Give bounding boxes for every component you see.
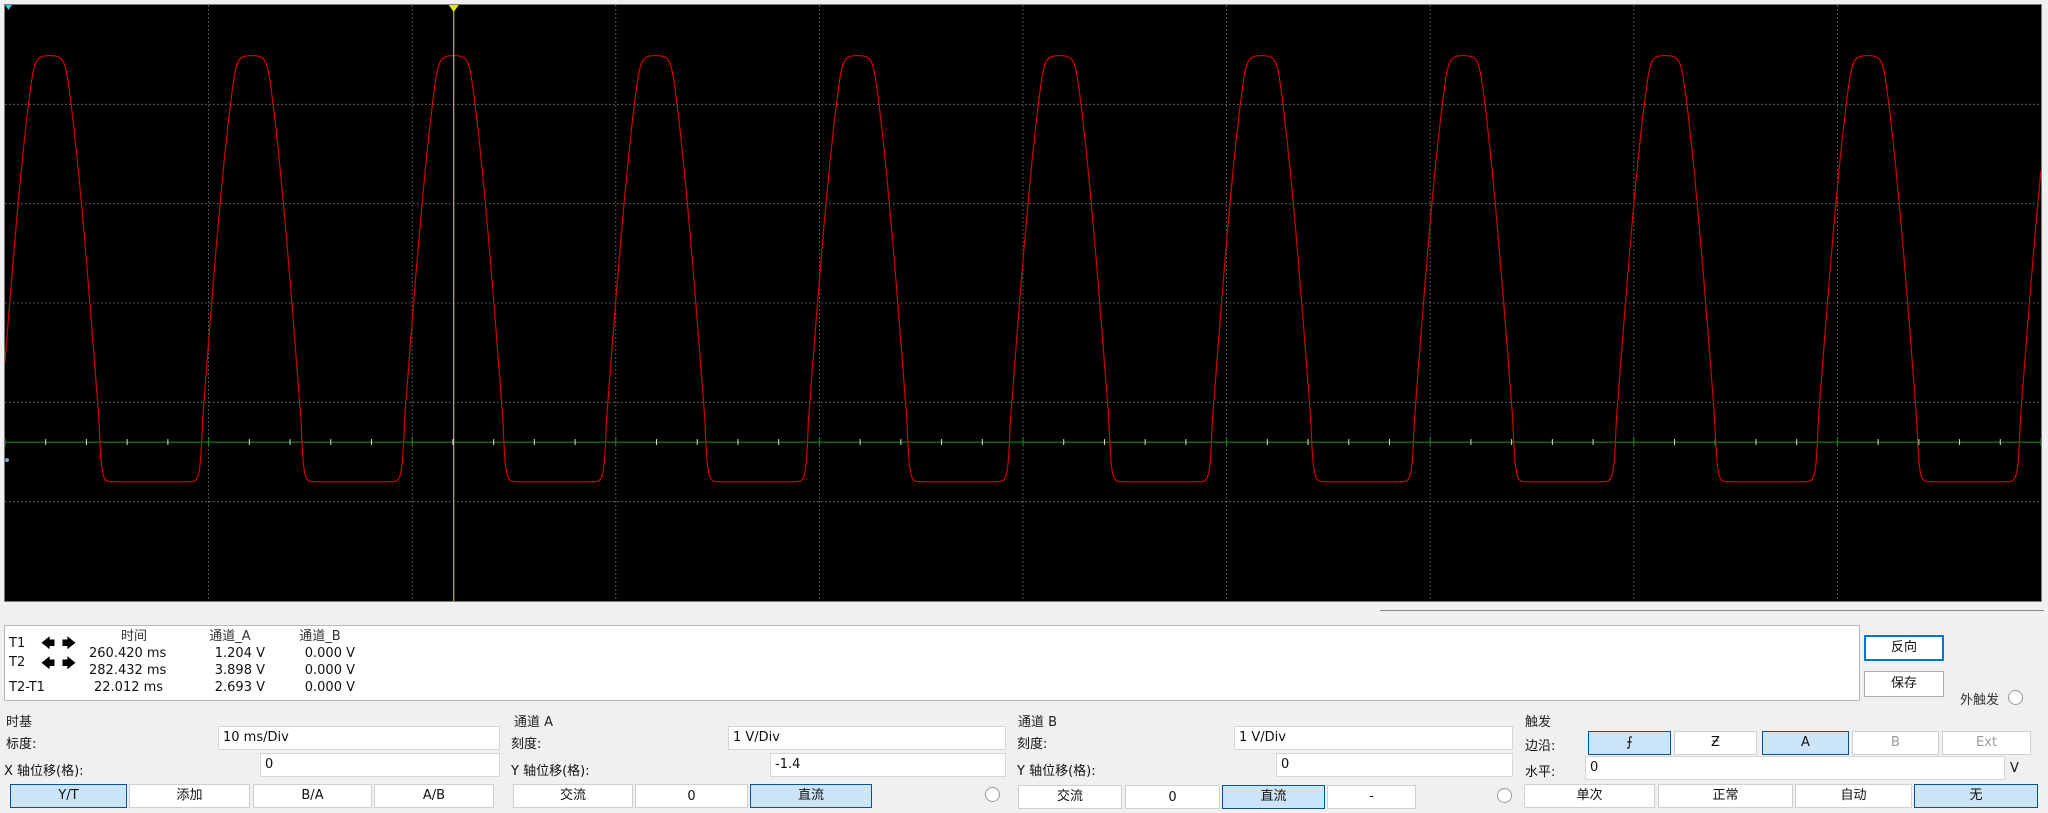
trigger-level-label: 水平:: [1525, 765, 1556, 780]
channel-a-column: 通道_A 1.204 V 3.898 V 2.693 V: [195, 628, 265, 696]
t1-label: T1: [9, 636, 26, 651]
x-offset-label: X 轴位移(格):: [4, 764, 84, 779]
channel-b-scale-field[interactable]: 1 V/Div: [1234, 726, 1513, 750]
t2-left-arrow-icon[interactable]: 🡄: [39, 656, 57, 672]
grid: [5, 5, 2041, 601]
channel-a-title: 通道 A: [514, 715, 554, 730]
falling-edge-button[interactable]: Ƶ: [1674, 731, 1757, 755]
trigger-source-b-button[interactable]: B: [1852, 731, 1939, 755]
waveform-display[interactable]: [5, 5, 2041, 601]
channel-a-ac-button[interactable]: 交流: [513, 784, 633, 808]
divider-line: [1380, 610, 2044, 611]
invert-button[interactable]: 反向: [1864, 635, 1944, 661]
channel-b-header: 通道_B: [299, 629, 341, 644]
channel-b-scale-label: 刻度:: [1017, 737, 1048, 752]
t2-channel-a: 3.898 V: [214, 663, 265, 678]
time-column: 时间 260.420 ms 282.432 ms 22.012 ms: [89, 628, 179, 696]
t1-channel-a: 1.204 V: [214, 646, 265, 661]
channel-a-zero-button[interactable]: 0: [635, 784, 748, 808]
channel-b-enable-radio[interactable]: [1497, 788, 1512, 803]
trigger-title: 触发: [1525, 715, 1552, 730]
time-header: 时间: [120, 629, 147, 644]
trigger-normal-button[interactable]: 正常: [1658, 784, 1793, 808]
channel-a-y-offset-label: Y 轴位移(格):: [511, 764, 590, 779]
b-over-a-button[interactable]: B/A: [253, 784, 372, 808]
trigger-level-field[interactable]: 0: [1585, 756, 2005, 780]
diff-time: 22.012 ms: [94, 680, 164, 695]
diff-channel-b: 0.000 V: [304, 680, 355, 695]
trigger-marker-icon[interactable]: [448, 5, 459, 12]
trigger-source-a-button[interactable]: A: [1762, 731, 1849, 755]
channel-a-scale-label: 刻度:: [511, 737, 542, 752]
trigger-level-unit: V: [2010, 761, 2019, 776]
channel-b-ac-button[interactable]: 交流: [1018, 785, 1122, 809]
cursor-measurements-panel: T1 🡄 🡆 T2 🡄 🡆 T2-T1 时间 260.420 ms 282.43…: [4, 625, 1860, 701]
t2-t1-label: T2-T1: [9, 680, 45, 695]
trigger-auto-button[interactable]: 自动: [1795, 784, 1912, 808]
channel-b-zero-button[interactable]: 0: [1125, 785, 1220, 809]
t1-channel-b: 0.000 V: [304, 646, 355, 661]
channel-a-dc-button[interactable]: 直流: [750, 784, 872, 808]
oscilloscope-screen[interactable]: [4, 4, 2042, 602]
channel-a-header: 通道_A: [209, 629, 251, 644]
t2-channel-b: 0.000 V: [304, 663, 355, 678]
channel-b-title: 通道 B: [1018, 715, 1058, 730]
trigger-none-button[interactable]: 无: [1914, 784, 2038, 808]
a-over-b-button[interactable]: A/B: [374, 784, 494, 808]
x-offset-field[interactable]: 0: [260, 753, 500, 777]
t1-left-arrow-icon[interactable]: 🡄: [39, 636, 57, 652]
t2-label: T2: [9, 655, 26, 670]
timebase-scale-field[interactable]: 10 ms/Div: [218, 726, 500, 750]
channel-b-y-offset-label: Y 轴位移(格):: [1017, 764, 1096, 779]
t1-right-arrow-icon[interactable]: 🡆: [60, 636, 78, 652]
channel-a-scale-field[interactable]: 1 V/Div: [728, 726, 1006, 750]
add-mode-button[interactable]: 添加: [129, 784, 250, 808]
timebase-title: 时基: [6, 715, 33, 730]
trigger-single-button[interactable]: 单次: [1524, 784, 1655, 808]
t1-time: 260.420 ms: [89, 646, 167, 661]
channel-level-marker-icon[interactable]: [5, 458, 9, 463]
trigger-source-ext-button[interactable]: Ext: [1942, 731, 2031, 755]
t2-right-arrow-icon[interactable]: 🡆: [60, 656, 78, 672]
save-button[interactable]: 保存: [1864, 671, 1944, 697]
external-trigger-label: 外触发: [1960, 693, 2000, 708]
channel-b-column: 通道_B 0.000 V 0.000 V 0.000 V: [285, 628, 355, 696]
trigger-edge-label: 边沿:: [1525, 739, 1556, 754]
channel-b-dc-button[interactable]: 直流: [1222, 785, 1325, 809]
rising-edge-button[interactable]: ⨍: [1588, 731, 1671, 755]
channel-a-enable-radio[interactable]: [985, 787, 1000, 802]
diff-channel-a: 2.693 V: [214, 680, 265, 695]
corner-marker-icon: [5, 5, 12, 10]
t2-time: 282.432 ms: [89, 663, 167, 678]
channel-a-y-offset-field[interactable]: -1.4: [770, 753, 1006, 777]
channel-b-dash-button[interactable]: -: [1327, 785, 1416, 809]
yt-mode-button[interactable]: Y/T: [10, 784, 127, 808]
external-trigger-radio[interactable]: [2008, 690, 2023, 705]
timebase-scale-label: 标度:: [6, 737, 37, 752]
channel-b-y-offset-field[interactable]: 0: [1276, 753, 1513, 777]
